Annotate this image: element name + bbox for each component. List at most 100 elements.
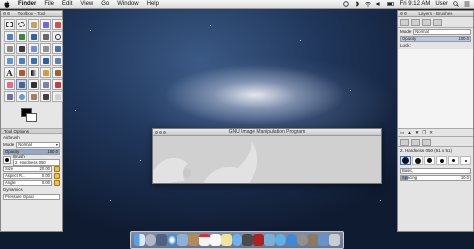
minimize-button[interactable]	[159, 130, 162, 134]
app-store-dock-icon[interactable]	[285, 234, 297, 246]
spacing-slider[interactable]: Spacing 10.0	[400, 174, 471, 181]
angle-slider[interactable]: Angle 0.00	[3, 179, 52, 186]
duplicate-layer-icon[interactable]: ❐	[422, 130, 426, 136]
calendar-dock-icon[interactable]	[199, 234, 210, 246]
shear-tool[interactable]	[16, 55, 27, 66]
reset-angle-icon[interactable]	[54, 179, 60, 186]
contacts-dock-icon[interactable]	[188, 234, 200, 246]
battery-icon[interactable]	[386, 1, 395, 7]
airbrush-tool[interactable]	[16, 79, 27, 90]
apple-menu-icon[interactable]	[4, 0, 10, 8]
measure-tool[interactable]	[4, 43, 15, 54]
empty-canvas[interactable]	[153, 136, 381, 183]
color-swap-tool[interactable]	[52, 91, 63, 102]
bucket-fill-tool[interactable]	[16, 67, 27, 78]
text-tool[interactable]: A	[4, 67, 15, 78]
perspective-clone-tool[interactable]	[4, 91, 15, 102]
zoom-tool[interactable]	[52, 31, 63, 42]
toolbox-titlebar[interactable]: Toolbox - Tool	[1, 11, 62, 17]
system-preferences-dock-icon[interactable]	[296, 234, 308, 246]
menu-window[interactable]: Window	[117, 1, 138, 7]
move-tool[interactable]	[16, 43, 27, 54]
spotlight-search-icon[interactable]	[453, 1, 459, 7]
scissors-tool[interactable]	[4, 31, 15, 42]
eraser-tool[interactable]	[4, 79, 15, 90]
lower-layer-icon[interactable]: ▼	[415, 130, 419, 135]
tab-undo[interactable]	[433, 19, 442, 26]
gimp-window-titlebar[interactable]: GNU Image Manipulation Program	[153, 129, 381, 136]
size-slider[interactable]: Size 20.00	[3, 165, 52, 172]
dock-titlebar[interactable]: Layers - Brushes	[398, 11, 473, 17]
gimp-dock-icon[interactable]	[307, 234, 319, 246]
heal-tool[interactable]	[52, 79, 63, 90]
reset-aspect-icon[interactable]	[54, 172, 60, 179]
background-color-swatch[interactable]	[26, 113, 37, 122]
wifi-icon[interactable]	[364, 1, 371, 7]
layer-mode-select[interactable]: Normal	[413, 28, 471, 35]
layers-list[interactable]	[398, 49, 473, 129]
tab-channels[interactable]	[411, 19, 420, 26]
downloads-dock-icon[interactable]	[318, 234, 330, 246]
finder-dock-icon[interactable]	[134, 234, 145, 246]
minimize-button[interactable]	[7, 12, 10, 15]
rotate-tool[interactable]	[52, 43, 63, 54]
dodge-burn-tool[interactable]	[40, 91, 51, 102]
photo-booth-dock-icon[interactable]	[253, 234, 265, 246]
close-button[interactable]	[3, 12, 6, 15]
blend-tool[interactable]	[28, 67, 39, 78]
align-tool[interactable]	[28, 43, 39, 54]
facetime-dock-icon[interactable]	[242, 234, 254, 246]
menu-edit[interactable]: Edit	[62, 1, 72, 7]
brush-item[interactable]	[400, 156, 411, 165]
tab-patterns[interactable]	[411, 139, 420, 146]
messages-dock-icon[interactable]	[231, 234, 243, 246]
menu-file[interactable]: File	[44, 1, 54, 7]
clone-tool[interactable]	[40, 79, 51, 90]
brush-item[interactable]	[436, 156, 447, 165]
delete-layer-icon[interactable]: ✕	[429, 130, 433, 136]
brush-preview[interactable]	[3, 156, 11, 164]
perspective-tool[interactable]	[28, 55, 39, 66]
menu-go[interactable]: Go	[101, 1, 109, 7]
tab-gradients[interactable]	[422, 139, 431, 146]
iphoto-dock-icon[interactable]	[264, 234, 275, 246]
menu-finder[interactable]: Finder	[18, 1, 36, 7]
itunes-dock-icon[interactable]	[274, 234, 286, 246]
flip-tool[interactable]	[40, 55, 51, 66]
color-picker-tool[interactable]	[40, 31, 51, 42]
mail-dock-icon[interactable]	[177, 234, 189, 246]
scale-tool[interactable]	[4, 55, 15, 66]
blur-tool[interactable]	[16, 91, 27, 102]
cage-transform-tool[interactable]	[52, 55, 63, 66]
zoom-button[interactable]	[163, 130, 166, 134]
bluetooth-icon[interactable]	[354, 1, 360, 7]
paths-tool[interactable]	[28, 31, 39, 42]
menu-help[interactable]: Help	[147, 1, 159, 7]
tab-brushes[interactable]	[400, 139, 409, 146]
brush-item[interactable]	[460, 156, 471, 165]
brush-item[interactable]	[412, 156, 423, 165]
tab-paths[interactable]	[422, 19, 431, 26]
minimize-button[interactable]	[404, 12, 407, 15]
clock-text[interactable]: Fri 9:12 AM	[400, 1, 431, 7]
smudge-tool[interactable]	[28, 91, 39, 102]
raise-layer-icon[interactable]: ▲	[407, 130, 411, 135]
notification-center-icon[interactable]	[464, 1, 470, 7]
crop-tool[interactable]	[40, 43, 51, 54]
fuzzy-select-tool[interactable]	[40, 19, 51, 30]
mission-control-dock-icon[interactable]	[155, 234, 167, 246]
tab-layers[interactable]	[400, 19, 409, 26]
close-button[interactable]	[155, 130, 158, 134]
brush-item[interactable]	[424, 156, 435, 165]
menu-view[interactable]: View	[80, 1, 93, 7]
volume-icon[interactable]	[376, 1, 382, 7]
ellipse-select-tool[interactable]	[16, 19, 27, 30]
reminders-dock-icon[interactable]	[209, 234, 221, 246]
brush-preset-select[interactable]: Basic,	[400, 167, 471, 174]
notes-dock-icon[interactable]	[220, 234, 232, 246]
dynamics-select[interactable]: Pressure Opaci	[3, 193, 60, 200]
close-button[interactable]	[400, 12, 403, 15]
safari-dock-icon[interactable]	[166, 234, 178, 246]
paintbrush-tool[interactable]	[52, 67, 63, 78]
time-machine-icon[interactable]	[342, 1, 349, 7]
